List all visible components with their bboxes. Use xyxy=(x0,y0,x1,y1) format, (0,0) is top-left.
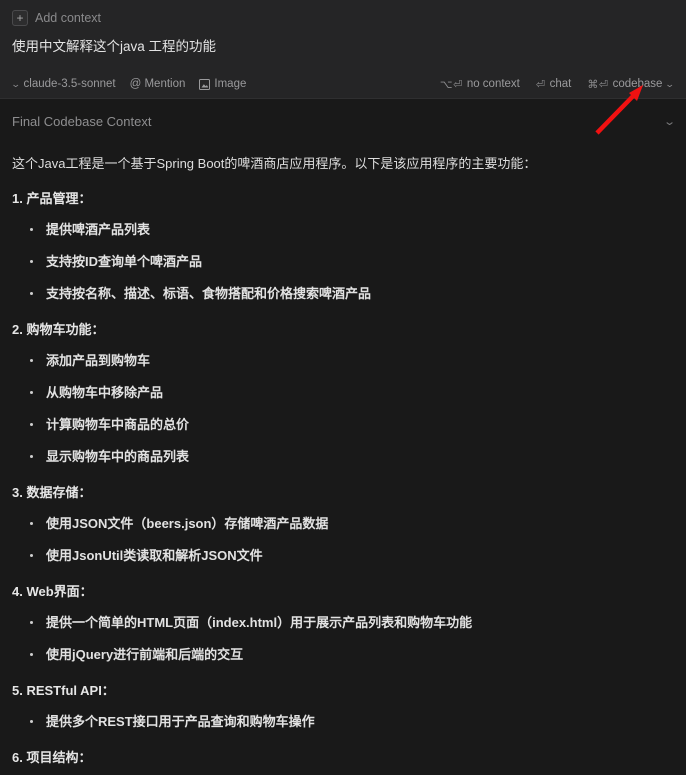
list-item: 计算购物车中商品的总价 xyxy=(12,415,674,434)
answer-section: 6. 项目结构：使用Maven进行项目管理和依赖控制 xyxy=(12,747,674,775)
answer-section: 3. 数据存储： 使用JSON文件（beers.json）存储啤酒产品数据 使用Js… xyxy=(12,482,674,565)
codebase-label: codebase xyxy=(612,78,663,90)
composer-options-bar: ⌄ claude-3.5-sonnet @ Mention Image ⌥⏎ n… xyxy=(10,72,676,98)
section-title: 5. RESTful API： xyxy=(12,683,115,698)
chevron-down-icon: ⌄ xyxy=(10,78,21,89)
chevron-down-icon[interactable]: ⌄ xyxy=(665,79,675,90)
list-item: 使用jQuery进行前端和后端的交互 xyxy=(12,645,674,664)
mention-button[interactable]: @ Mention xyxy=(130,78,186,90)
list-item: 支持按ID查询单个啤酒产品 xyxy=(12,252,674,271)
no-context-shortcut: ⌥⏎ xyxy=(439,78,463,91)
list-item: 显示购物车中的商品列表 xyxy=(12,447,674,466)
chat-shortcut: ⏎ xyxy=(535,78,546,91)
list-item: 使用JsonUtil类读取和解析JSON文件 xyxy=(12,546,674,565)
codebase-button[interactable]: ⌘⏎ codebase ⌄ xyxy=(587,78,675,91)
section-title: 6. 项目结构： xyxy=(12,750,92,765)
chevron-down-icon[interactable]: ⌄ xyxy=(663,115,676,128)
final-codebase-context-title: Final Codebase Context xyxy=(12,113,152,129)
final-codebase-context-header[interactable]: Final Codebase Context ⌄ xyxy=(12,99,676,143)
image-button[interactable]: Image xyxy=(199,78,246,90)
image-icon xyxy=(199,78,211,90)
image-label: Image xyxy=(214,78,247,90)
section-title: 3. 数据存储： xyxy=(12,485,92,500)
answer-section: 2. 购物车功能： 添加产品到购物车 从购物车中移除产品 计算购物车中商品的总价 显示购… xyxy=(12,319,674,466)
answer-panel: Final Codebase Context ⌄ 这个Java工程是一个基于Sp… xyxy=(0,99,686,775)
list-item: 支持按名称、描述、标语、食物搭配和价格搜索啤酒产品 xyxy=(12,284,674,303)
answer-sections: 1. 产品管理： 提供啤酒产品列表 支持按ID查询单个啤酒产品 支持按名称、描述、标语… xyxy=(12,188,674,775)
list-item: 提供啤酒产品列表 xyxy=(12,220,674,239)
chat-button[interactable]: ⏎ chat xyxy=(536,78,571,91)
answer-intro: 这个Java工程是一个基于Spring Boot的啤酒商店应用程序。以下是该应用… xyxy=(12,156,537,171)
plus-icon[interactable]: + xyxy=(12,10,28,26)
section-title: 2. 购物车功能： xyxy=(12,322,105,337)
answer-section: 5. RESTful API： 提供多个REST接口用于产品查询和购物车操作 xyxy=(12,680,674,731)
composer-panel: + Add context 使用中文解释这个java 工程的功能 ⌄ claud… xyxy=(0,0,686,98)
list-item: 提供一个简单的HTML页面（index.html）用于展示产品列表和购物车功能 xyxy=(12,613,674,632)
list-item: 提供多个REST接口用于产品查询和购物车操作 xyxy=(12,712,674,731)
section-bullet-list: 提供啤酒产品列表 支持按ID查询单个啤酒产品 支持按名称、描述、标语、食物搭配和价格… xyxy=(12,220,674,303)
model-selector-label: claude-3.5-sonnet xyxy=(23,78,116,90)
list-item: 从购物车中移除产品 xyxy=(12,383,674,402)
model-selector[interactable]: ⌄ claude-3.5-sonnet xyxy=(10,78,116,90)
list-item: 使用JSON文件（beers.json）存储啤酒产品数据 xyxy=(12,514,674,533)
prompt-input[interactable]: 使用中文解释这个java 工程的功能 xyxy=(12,38,674,56)
section-bullet-list: 提供多个REST接口用于产品查询和购物车操作 xyxy=(12,712,674,731)
add-context-row[interactable]: + Add context xyxy=(12,7,674,29)
answer-section: 4. Web界面： 提供一个简单的HTML页面（index.html）用于展示产品… xyxy=(12,581,674,664)
section-title: 4. Web界面： xyxy=(12,584,93,599)
no-context-label: no context xyxy=(466,78,520,90)
list-item: 添加产品到购物车 xyxy=(12,351,674,370)
answer-section: 1. 产品管理： 提供啤酒产品列表 支持按ID查询单个啤酒产品 支持按名称、描述、标语… xyxy=(12,188,674,303)
add-context-label: Add context xyxy=(35,11,102,25)
section-title: 1. 产品管理： xyxy=(12,191,92,206)
no-context-button[interactable]: ⌥⏎ no context xyxy=(440,78,520,91)
chat-label: chat xyxy=(549,78,572,90)
section-bullet-list: 添加产品到购物车 从购物车中移除产品 计算购物车中商品的总价 显示购物车中的商品列表 xyxy=(12,351,674,466)
codebase-shortcut: ⌘⏎ xyxy=(587,78,609,91)
mention-label: @ Mention xyxy=(129,78,186,90)
section-bullet-list: 提供一个简单的HTML页面（index.html）用于展示产品列表和购物车功能使… xyxy=(12,613,674,664)
section-bullet-list: 使用JSON文件（beers.json）存储啤酒产品数据 使用JsonUtil类读… xyxy=(12,514,674,565)
